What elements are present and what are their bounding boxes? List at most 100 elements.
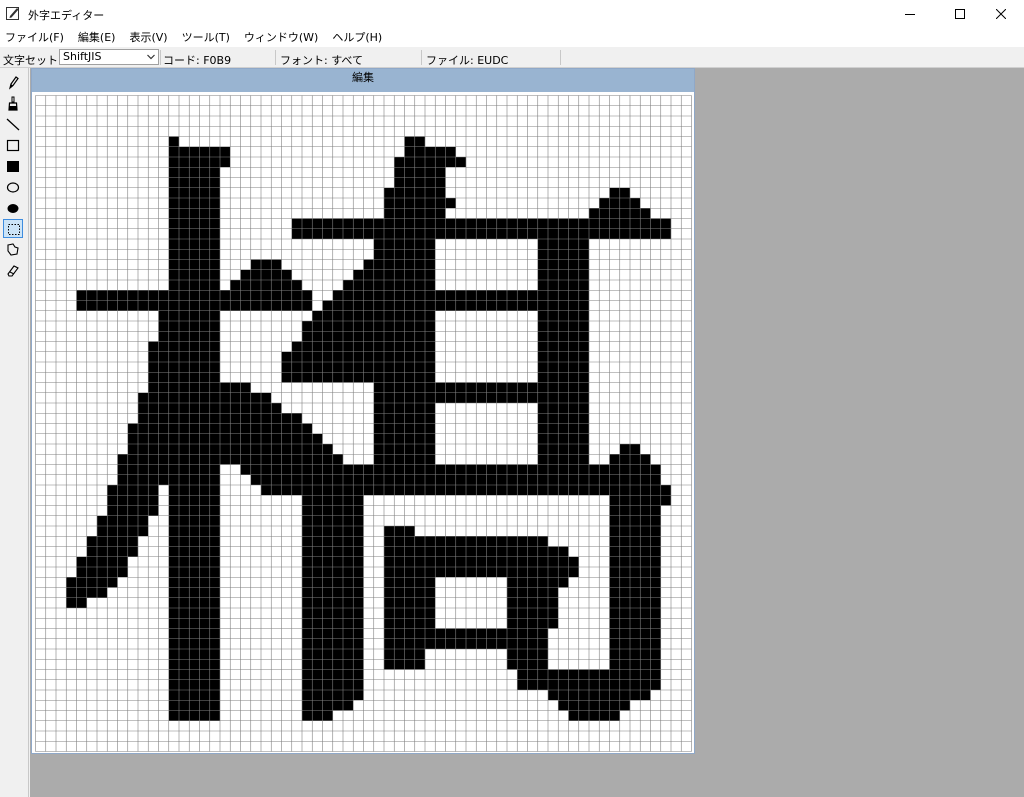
filled-pixel-run	[537, 321, 589, 332]
pencil-icon	[8, 76, 19, 90]
rectangular-selection-tool[interactable]	[3, 219, 23, 238]
ellipse-outline-icon	[6, 182, 20, 193]
filled-pixel-run	[507, 618, 559, 629]
filled-pixel-run	[281, 351, 436, 362]
line-tool[interactable]	[3, 115, 23, 134]
selection-rectangle-icon	[8, 224, 20, 235]
pencil-tool[interactable]	[3, 73, 23, 92]
chevron-down-icon	[147, 54, 155, 60]
filled-pixel-run	[66, 577, 118, 588]
hollow-rectangle-tool[interactable]	[3, 136, 23, 155]
filled-pixel-run	[168, 577, 220, 588]
filled-pixel-run	[168, 669, 220, 680]
file-display: ファイル: EUDC	[426, 54, 509, 67]
filled-pixel-run	[537, 259, 589, 270]
filled-pixel-run	[537, 341, 589, 352]
filled-pixel-run	[373, 382, 589, 393]
rectangle-filled-icon	[7, 161, 19, 172]
freeform-selection-tool[interactable]	[3, 240, 23, 259]
edit-window-title: 編集	[352, 71, 374, 84]
filled-pixel-run	[609, 638, 661, 649]
brush-icon	[8, 96, 18, 111]
filled-pixel-run	[168, 515, 220, 526]
menu-view[interactable]: 表示(V)	[122, 28, 174, 47]
filled-pixel-run	[168, 136, 179, 147]
ellipse-filled-icon	[7, 204, 19, 213]
filled-pixel-run	[76, 556, 128, 567]
filled-pixel-run	[168, 710, 220, 721]
filled-pixel-run	[609, 628, 661, 639]
filled-pixel-run	[384, 198, 456, 209]
filled-rectangle-tool[interactable]	[3, 157, 23, 176]
hollow-ellipse-tool[interactable]	[3, 178, 23, 197]
filled-pixel-run	[107, 485, 159, 496]
filled-pixel-run	[537, 331, 589, 342]
filled-pixel-run	[363, 259, 436, 270]
filled-pixel-run	[609, 546, 661, 557]
filled-pixel-run	[138, 392, 272, 403]
filled-pixel-run	[507, 608, 559, 619]
filled-ellipse-tool[interactable]	[3, 199, 23, 218]
filled-pixel-run	[609, 649, 661, 660]
filled-pixel-run	[168, 649, 220, 660]
filled-pixel-run	[537, 239, 589, 250]
filled-pixel-run	[332, 290, 589, 301]
toolbar-divider	[560, 50, 561, 65]
filled-pixel-run	[609, 587, 661, 598]
filled-pixel-run	[168, 628, 220, 639]
close-button[interactable]	[978, 0, 1024, 28]
filled-pixel-run	[302, 700, 354, 711]
charset-value: ShiftJIS	[63, 50, 102, 63]
maximize-button[interactable]	[937, 0, 983, 28]
filled-pixel-run	[384, 587, 436, 598]
filled-pixel-run	[343, 280, 436, 291]
menu-tools[interactable]: ツール(T)	[175, 28, 237, 47]
filled-pixel-run	[230, 280, 302, 291]
filled-pixel-run	[168, 259, 220, 270]
filled-pixel-run	[384, 597, 436, 608]
brush-tool[interactable]	[3, 94, 23, 113]
filled-pixel-run	[168, 208, 220, 219]
filled-pixel-run	[240, 464, 661, 475]
filled-pixel-run	[168, 269, 220, 280]
filled-pixel-run	[117, 474, 169, 485]
filled-pixel-run	[384, 556, 579, 567]
title-bar: 外字エディター	[0, 0, 1024, 28]
filled-pixel-run	[537, 362, 589, 373]
app-icon	[6, 6, 20, 20]
filled-pixel-run	[168, 597, 220, 608]
charset-dropdown[interactable]: ShiftJIS	[59, 49, 159, 65]
filled-pixel-run	[609, 505, 661, 516]
menu-help[interactable]: ヘルプ(H)	[325, 28, 389, 47]
code-display: コード: F0B9	[163, 54, 232, 67]
minimize-button[interactable]	[887, 0, 933, 28]
filled-pixel-run	[609, 577, 661, 588]
filled-pixel-run	[537, 280, 589, 291]
menu-window[interactable]: ウィンドウ(W)	[237, 28, 325, 47]
filled-pixel-run	[168, 249, 220, 260]
rectangle-outline-icon	[6, 139, 20, 152]
filled-pixel-run	[168, 198, 220, 209]
filled-pixel-run	[302, 321, 436, 332]
filled-pixel-run	[168, 659, 220, 670]
filled-pixel-run	[250, 259, 282, 270]
filled-pixel-run	[76, 567, 128, 578]
toolbar-divider	[160, 50, 161, 65]
glyph-edit-grid[interactable]	[35, 95, 692, 752]
filled-pixel-run	[148, 372, 220, 383]
eraser-tool[interactable]	[3, 261, 23, 280]
filled-pixel-run	[558, 700, 630, 711]
filled-pixel-run	[168, 679, 220, 690]
filled-pixel-run	[127, 433, 323, 444]
menu-file[interactable]: ファイル(F)	[0, 28, 71, 47]
filled-pixel-run	[537, 249, 589, 260]
filled-pixel-run	[86, 546, 138, 557]
filled-pixel-run	[168, 239, 220, 250]
filled-pixel-run	[168, 218, 220, 229]
filled-pixel-run	[76, 290, 313, 301]
filled-pixel-run	[281, 362, 436, 373]
filled-pixel-run	[302, 710, 333, 721]
menu-edit[interactable]: 編集(E)	[71, 28, 123, 47]
filled-pixel-run	[302, 331, 436, 342]
maximize-icon	[955, 9, 965, 19]
